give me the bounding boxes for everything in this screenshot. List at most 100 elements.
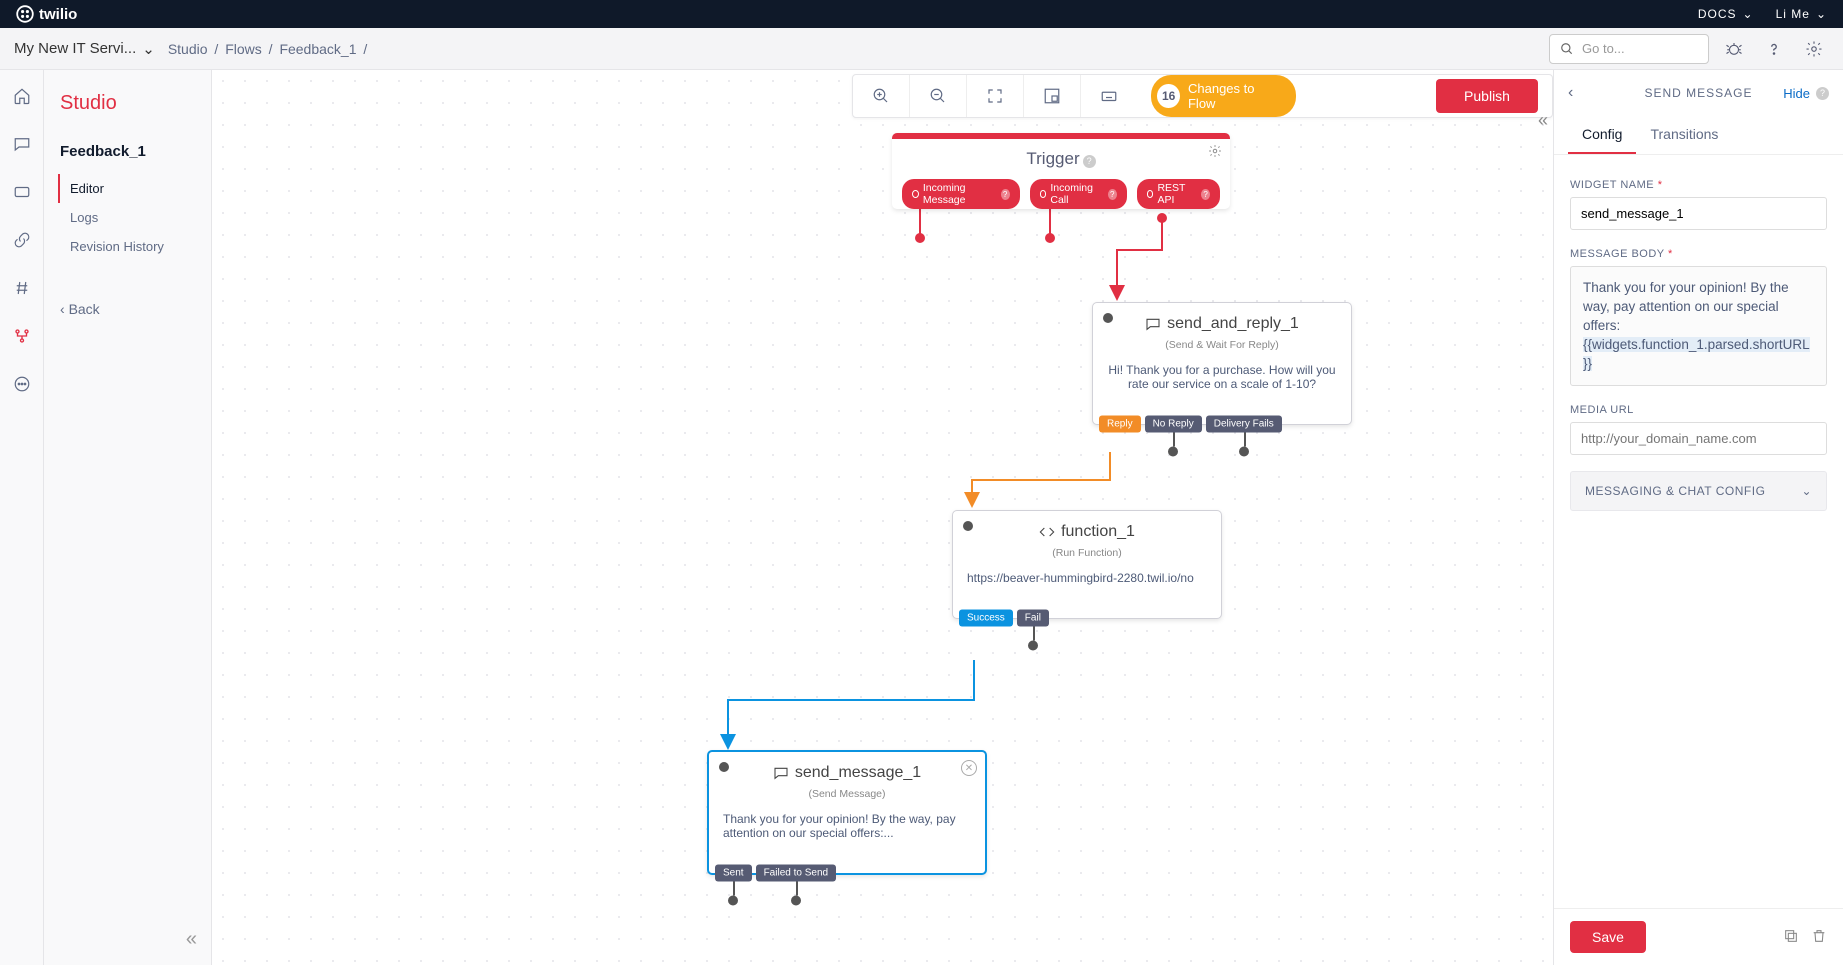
widget-function[interactable]: function_1 (Run Function) https://beaver… [952, 510, 1222, 619]
help-icon[interactable]: ? [1083, 155, 1096, 168]
media-url-label: MEDIA URL [1570, 404, 1827, 416]
crumb-studio[interactable]: Studio [168, 41, 208, 57]
out-sent[interactable]: Sent [715, 865, 752, 882]
back-chevron-icon[interactable]: ‹ [1568, 84, 1574, 102]
media-url-input[interactable] [1570, 422, 1827, 455]
out-failed[interactable]: Failed to Send [756, 865, 837, 882]
flow-name: Feedback_1 [60, 143, 195, 160]
trigger-out-rest[interactable]: REST API? [1137, 179, 1220, 209]
menu-logs[interactable]: Logs [60, 203, 195, 232]
flow-icon [13, 327, 31, 345]
breadcrumb-bar: My New IT Servi... ⌄ Studio / Flows / Fe… [0, 28, 1843, 70]
delete-widget-button[interactable]: ✕ [961, 760, 977, 776]
message-icon [773, 765, 789, 781]
out-fail[interactable]: Fail [1017, 610, 1049, 627]
widget-send-and-reply[interactable]: send_and_reply_1 (Send & Wait For Reply)… [1092, 302, 1352, 425]
widget-send-message[interactable]: ✕ send_message_1 (Send Message) Thank yo… [707, 750, 987, 875]
rail-functions[interactable] [6, 224, 38, 256]
zoom-out-button[interactable] [910, 75, 967, 117]
rail-home[interactable] [6, 80, 38, 112]
trigger-out-message[interactable]: Incoming Message? [902, 179, 1020, 209]
rail-more[interactable] [6, 368, 38, 400]
search-input[interactable]: Go to... [1549, 34, 1709, 64]
grid-button[interactable] [1081, 75, 1138, 117]
menu-editor[interactable]: Editor [58, 174, 195, 203]
studio-title: Studio [60, 92, 195, 115]
widget1-subtitle: (Send & Wait For Reply) [1105, 339, 1339, 351]
widget2-title: function_1 [1061, 523, 1135, 541]
chevron-down-icon: ⌄ [142, 40, 155, 58]
tab-transitions[interactable]: Transitions [1636, 116, 1732, 154]
out-success[interactable]: Success [959, 610, 1013, 627]
message-body-input[interactable]: Thank you for your opinion! By the way, … [1570, 266, 1827, 386]
delete-button[interactable] [1811, 928, 1827, 947]
rail-numbers[interactable] [6, 272, 38, 304]
chat-icon [1145, 316, 1161, 332]
left-panel: Studio Feedback_1 Editor Logs Revision H… [44, 70, 212, 965]
global-topbar: twilio DOCS ⌄ Li Me ⌄ [0, 0, 1843, 28]
rail-messaging[interactable] [6, 128, 38, 160]
out-noreply[interactable]: No Reply [1145, 416, 1202, 433]
rail-studio[interactable] [6, 320, 38, 352]
help-icon: ? [1816, 87, 1829, 100]
settings-button[interactable] [1799, 34, 1829, 64]
changes-button[interactable]: 16 Changes to Flow [1151, 75, 1296, 117]
changes-label: Changes to Flow [1188, 81, 1280, 111]
fit-button[interactable] [967, 75, 1024, 117]
docs-label: DOCS [1698, 7, 1737, 21]
twilio-icon [16, 5, 34, 23]
trigger-settings[interactable] [1208, 143, 1222, 163]
menu-revision[interactable]: Revision History [60, 232, 195, 261]
copy-button[interactable] [1783, 928, 1799, 947]
trigger-out-call[interactable]: Incoming Call? [1030, 179, 1127, 209]
minimap-button[interactable] [1024, 75, 1081, 117]
crumb-flow[interactable]: Feedback_1 [279, 41, 356, 57]
keyboard-icon [1100, 87, 1118, 105]
help-button[interactable] [1759, 34, 1789, 64]
search-icon [1560, 42, 1574, 56]
expand-icon [986, 87, 1004, 105]
search-placeholder: Go to... [1582, 41, 1625, 56]
zoom-in-button[interactable] [853, 75, 910, 117]
messaging-config-accordion[interactable]: MESSAGING & CHAT CONFIG ⌄ [1570, 471, 1827, 511]
help-icon [1765, 40, 1783, 58]
more-icon [13, 375, 31, 393]
widget-name-input[interactable] [1570, 197, 1827, 230]
back-label: Back [69, 301, 100, 317]
input-anchor[interactable] [719, 762, 729, 772]
trigger-widget[interactable]: Trigger? Incoming Message? Incoming Call… [892, 133, 1230, 209]
brand-logo[interactable]: twilio [16, 5, 77, 23]
publish-button[interactable]: Publish [1436, 79, 1538, 113]
out-deliveryfails[interactable]: Delivery Fails [1206, 416, 1282, 433]
rail-conversations[interactable] [6, 176, 38, 208]
hide-link[interactable]: Hide? [1783, 86, 1829, 101]
save-button[interactable]: Save [1570, 921, 1646, 953]
collapse-left-icon[interactable]: « [186, 928, 197, 951]
project-selector[interactable]: My New IT Servi... ⌄ [14, 40, 155, 58]
bug-icon [1725, 40, 1743, 58]
user-menu[interactable]: Li Me ⌄ [1776, 7, 1827, 21]
breadcrumb[interactable]: Studio / Flows / Feedback_1 / [165, 41, 367, 57]
docs-link[interactable]: DOCS ⌄ [1698, 7, 1754, 21]
widget1-title: send_and_reply_1 [1167, 315, 1299, 333]
config-panel: « ‹ SEND MESSAGE Hide? Config Transition… [1553, 70, 1843, 965]
message-body-label: MESSAGE BODY * [1570, 248, 1827, 260]
trash-icon [1811, 928, 1827, 944]
widget2-subtitle: (Run Function) [965, 547, 1209, 559]
zoom-out-icon [929, 87, 947, 105]
link-icon [13, 231, 31, 249]
input-anchor[interactable] [963, 521, 973, 531]
input-anchor[interactable] [1103, 313, 1113, 323]
widget3-subtitle: (Send Message) [721, 788, 973, 800]
back-link[interactable]: ‹ Back [60, 301, 195, 317]
widget-name-label: WIDGET NAME * [1570, 179, 1827, 191]
tab-config[interactable]: Config [1568, 116, 1636, 154]
out-reply[interactable]: Reply [1099, 416, 1141, 433]
gear-icon [1208, 144, 1222, 158]
code-icon [1039, 524, 1055, 540]
collapse-right-icon[interactable]: « [1538, 110, 1548, 131]
vertical-nav-rail [0, 70, 44, 965]
flow-canvas[interactable]: 16 Changes to Flow Publish [212, 70, 1553, 965]
debug-button[interactable] [1719, 34, 1749, 64]
crumb-flows[interactable]: Flows [225, 41, 262, 57]
